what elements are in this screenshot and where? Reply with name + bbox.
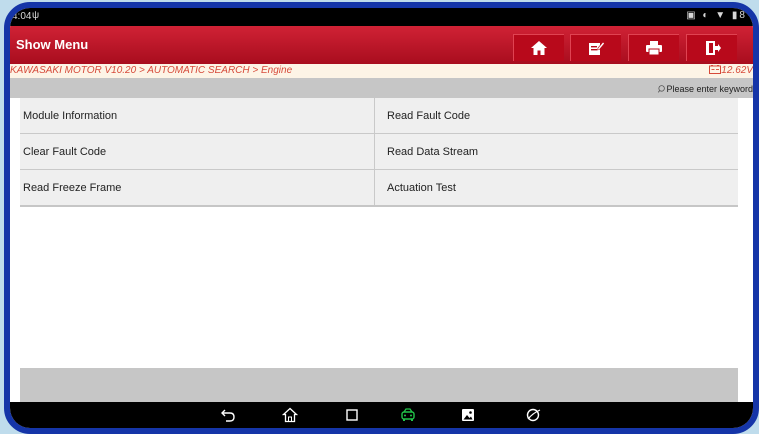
diagnostic-icon[interactable]: [400, 407, 416, 423]
print-button[interactable]: [628, 34, 679, 61]
menu-item-read-data-stream[interactable]: Read Data Stream: [374, 134, 738, 169]
breadcrumb: KAWASAKI MOTOR V10.20 > AUTOMATIC SEARCH…: [10, 64, 753, 78]
home-icon[interactable]: [282, 407, 298, 423]
menu-item-module-information[interactable]: Module Information: [20, 98, 374, 133]
search-icon: [658, 84, 665, 93]
voltage-value: 12.62V: [721, 65, 753, 76]
search-row: Please enter keyword: [10, 78, 753, 98]
edit-button[interactable]: [570, 34, 621, 61]
menu-item-actuation-test[interactable]: Actuation Test: [374, 170, 738, 205]
menu-row: Clear Fault Code Read Data Stream: [20, 134, 738, 170]
menu-item-read-freeze-frame[interactable]: Read Freeze Frame: [20, 170, 374, 205]
title-bar: Show Menu: [10, 26, 753, 64]
battery-voltage: 12.62V: [709, 65, 753, 76]
system-nav-bar: [10, 402, 753, 428]
recents-icon[interactable]: [344, 407, 360, 423]
bottom-toolbar: [20, 368, 738, 402]
back-icon[interactable]: [220, 407, 236, 423]
function-menu: Module Information Read Fault Code Clear…: [20, 98, 738, 207]
status-bar: 4:04 ψ ▣ ◐ ▼ ▮8: [10, 8, 753, 26]
exit-icon: [706, 41, 721, 55]
menu-row: Read Freeze Frame Actuation Test: [20, 170, 738, 207]
menu-row: Module Information Read Fault Code: [20, 98, 738, 134]
menu-item-read-fault-code[interactable]: Read Fault Code: [374, 98, 738, 133]
gallery-icon[interactable]: [460, 407, 476, 423]
status-time: 4:04: [12, 11, 32, 22]
page-title: Show Menu: [16, 37, 89, 52]
search-placeholder: Please enter keyword: [666, 83, 753, 94]
status-icons: ▣ ◐ ▼ ▮8: [686, 10, 747, 21]
notification-icon: ψ: [32, 10, 40, 21]
battery-icon: [709, 65, 722, 74]
breadcrumb-path: KAWASAKI MOTOR V10.20 > AUTOMATIC SEARCH…: [10, 65, 293, 76]
edit-icon: [589, 41, 605, 55]
browser-icon[interactable]: [525, 407, 541, 423]
device-frame: 4:04 ψ ▣ ◐ ▼ ▮8 Show Menu KAWASAKI MOTOR…: [4, 2, 759, 434]
menu-item-clear-fault-code[interactable]: Clear Fault Code: [20, 134, 374, 169]
print-icon: [646, 41, 662, 56]
search-input[interactable]: Please enter keyword: [658, 81, 753, 96]
home-button[interactable]: [513, 34, 564, 61]
exit-button[interactable]: [686, 34, 737, 61]
home-icon: [531, 41, 547, 55]
